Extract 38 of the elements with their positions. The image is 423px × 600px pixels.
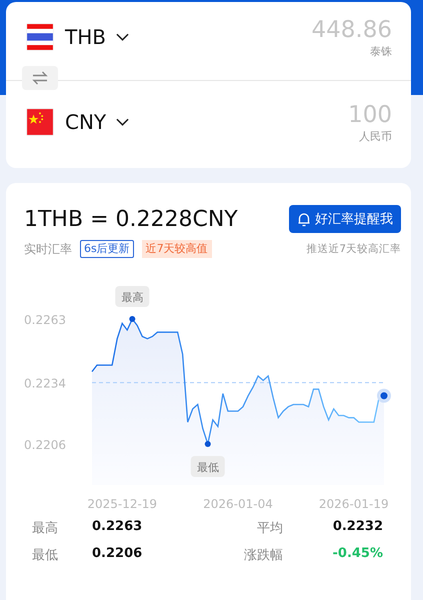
flag-icon — [26, 108, 54, 136]
swap-button[interactable] — [22, 66, 58, 90]
x-axis-label: 2025-12-19 — [87, 497, 158, 511]
stat-value: 0.2206 — [92, 546, 144, 563]
bell-icon — [297, 212, 311, 226]
stat-value: 0.2232 — [332, 519, 383, 536]
y-axis-label: 0.2263 — [24, 313, 66, 327]
stat-label: 最低 — [32, 547, 59, 564]
stat-value: 0.2263 — [92, 519, 144, 536]
chevron-down-icon — [116, 33, 129, 41]
x-axis-label: 2026-01-19 — [318, 497, 389, 511]
low-label: 最低 — [190, 456, 225, 477]
stat-value: -0.45% — [332, 546, 383, 563]
chevron-down-icon — [116, 118, 130, 126]
realtime-label: 实时汇率 — [24, 240, 72, 258]
currency-dropdown[interactable]: THB — [65, 25, 129, 49]
currency-dropdown[interactable]: CNY — [65, 110, 130, 134]
flag-icon — [26, 23, 54, 51]
current-point — [377, 388, 391, 403]
alert-button[interactable]: 好汇率提醒我 — [289, 205, 401, 233]
x-axis-label: 2026-01-04 — [203, 497, 273, 511]
stat-label: 平均 — [256, 520, 283, 537]
y-axis-label: 0.2234 — [24, 376, 66, 391]
stat-label: 涨跌幅 — [243, 547, 283, 564]
high-label: 最高 — [115, 286, 150, 307]
hint-text: 推送近7天较高汇率 — [306, 242, 401, 256]
currency-name: 泰铢 — [370, 44, 392, 58]
swap-icon — [31, 71, 49, 85]
currency-name: 人民币 — [359, 128, 392, 144]
annotation: 最低 — [196, 461, 219, 474]
status-tag: 近7天较高值 — [142, 240, 212, 258]
stat-label: 最高 — [32, 520, 59, 537]
extreme-point — [204, 441, 211, 447]
status-tag: 6s后更新 — [80, 240, 134, 258]
exchange-rate: 1THB = 0.2228CNY — [24, 206, 238, 232]
y-axis-label: 0.2206 — [24, 438, 66, 452]
annotation: 最高 — [121, 291, 144, 304]
extreme-point — [129, 316, 136, 322]
